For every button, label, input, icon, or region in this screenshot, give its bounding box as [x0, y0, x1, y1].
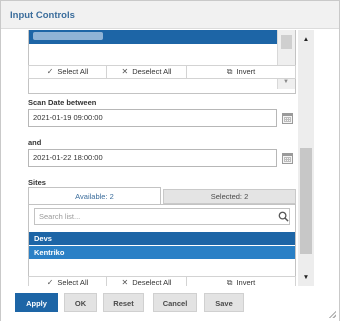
search-icon[interactable] [278, 211, 289, 222]
check-icon: ✓ [46, 67, 54, 76]
dialog-scrollbar[interactable]: ▲ ▼ [298, 30, 314, 286]
invert-icon: ⧉ [226, 278, 233, 286]
cancel-button[interactable]: Cancel [153, 293, 197, 312]
scroll-down-icon[interactable]: ▼ [298, 272, 314, 284]
sites-deselect-all-button[interactable]: ✕ Deselect All [107, 277, 187, 286]
sites-tabs: Available: 2 Selected: 2 [28, 187, 296, 205]
top-multiselect-list[interactable]: ▼ [28, 30, 296, 94]
x-icon: ✕ [121, 278, 129, 286]
input-controls-dialog: Input Controls ▼ ✓ Select All ✕ Deselect A… [0, 0, 340, 321]
scroll-up-icon[interactable]: ▲ [298, 34, 314, 46]
top-list-scroll-thumb[interactable] [281, 35, 292, 49]
and-label: and [28, 138, 42, 147]
apply-button[interactable]: Apply [15, 293, 58, 312]
calendar-icon[interactable] [282, 153, 293, 164]
tab-available[interactable]: Available: 2 [28, 187, 161, 205]
save-button[interactable]: Save [204, 293, 244, 312]
tab-selected[interactable]: Selected: 2 [163, 189, 296, 204]
scan-date-end-input[interactable]: 2021-01-22 18:00:00 [28, 149, 277, 167]
invert-icon: ⧉ [226, 67, 233, 76]
dialog-body: ▼ ✓ Select All ✕ Deselect All ⧉ Invert Scan… [1, 30, 315, 286]
sites-select-all-button[interactable]: ✓ Select All [29, 277, 107, 286]
select-all-label: Select All [57, 278, 89, 286]
top-deselect-all-button[interactable]: ✕ Deselect All [107, 66, 187, 78]
invert-label: Invert [236, 67, 256, 76]
sites-actions: ✓ Select All ✕ Deselect All ⧉ Invert [28, 276, 296, 286]
deselect-all-label: Deselect All [132, 67, 172, 76]
calendar-icon[interactable] [282, 113, 293, 124]
scrollbar-thumb[interactable] [300, 148, 312, 254]
resize-grip-icon[interactable] [328, 310, 336, 318]
dialog-title: Input Controls [10, 10, 75, 21]
sites-search-input[interactable]: Search list... [34, 208, 290, 225]
selected-list-item[interactable] [29, 30, 277, 44]
top-select-all-button[interactable]: ✓ Select All [29, 66, 107, 78]
top-list-actions: ✓ Select All ✕ Deselect All ⧉ Invert [28, 65, 296, 79]
scan-date-label: Scan Date between [28, 98, 97, 107]
scan-date-start-input[interactable]: 2021-01-19 09:00:00 [28, 109, 277, 127]
x-icon: ✕ [121, 67, 129, 76]
select-all-label: Select All [57, 67, 89, 76]
list-item[interactable]: Kentriko [29, 246, 295, 259]
sites-label: Sites [28, 178, 46, 187]
ok-button[interactable]: OK [64, 293, 97, 312]
deselect-all-label: Deselect All [132, 278, 172, 286]
dialog-footer: Apply OK Reset Cancel Save [1, 286, 339, 321]
sites-invert-button[interactable]: ⧉ Invert [187, 277, 295, 286]
check-icon: ✓ [46, 278, 54, 286]
dialog-titlebar[interactable]: Input Controls [1, 1, 339, 29]
invert-label: Invert [236, 278, 256, 286]
list-item[interactable]: Devs [29, 232, 295, 245]
redacted-item-label [33, 32, 103, 40]
top-invert-button[interactable]: ⧉ Invert [187, 66, 295, 78]
sites-list-panel: Search list... Devs Kentriko [28, 204, 296, 286]
chevron-down-icon[interactable]: ▼ [283, 79, 289, 85]
reset-button[interactable]: Reset [103, 293, 144, 312]
top-list-scrollbar[interactable]: ▼ [277, 30, 295, 89]
